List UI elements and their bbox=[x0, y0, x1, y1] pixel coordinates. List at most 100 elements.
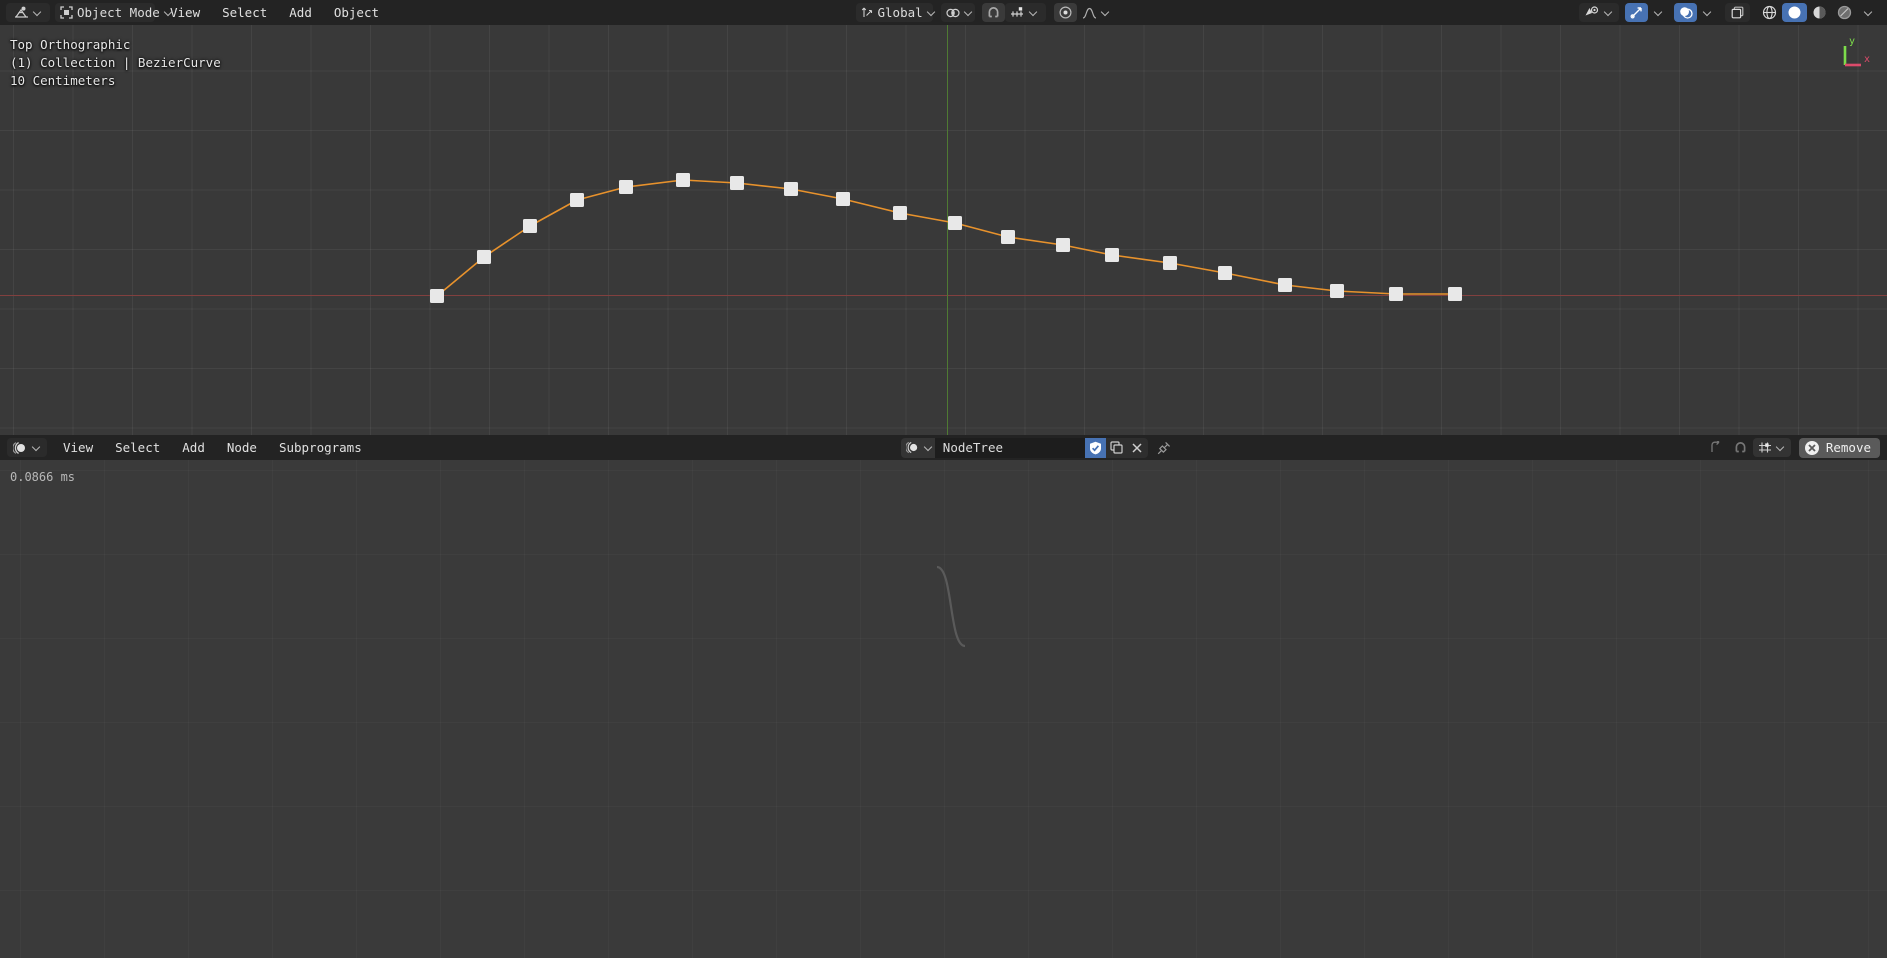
3d-viewport[interactable]: Top Orthographic (1) Collection | Bezier… bbox=[0, 25, 1887, 435]
node-menu-subprograms[interactable]: Subprograms bbox=[268, 438, 373, 457]
editor-type-button[interactable] bbox=[6, 3, 50, 22]
toggle-xray-button[interactable] bbox=[1725, 3, 1750, 22]
orientation-label: Global bbox=[878, 5, 923, 20]
curve-control-point[interactable] bbox=[1330, 284, 1344, 298]
curve-control-point[interactable] bbox=[619, 180, 633, 194]
proportional-falloff-selector[interactable] bbox=[1077, 3, 1114, 22]
viewport-header: Object Mode View Select Add Object Globa… bbox=[0, 0, 1887, 25]
chevron-down-icon bbox=[1604, 8, 1613, 17]
proportional-falloff-icon bbox=[1082, 7, 1097, 19]
shading-options-dropdown[interactable] bbox=[1857, 3, 1879, 22]
curve-control-point[interactable] bbox=[430, 289, 444, 303]
node-tree-icon bbox=[906, 441, 920, 454]
remove-label: Remove bbox=[1826, 440, 1871, 455]
shading-wireframe-button[interactable] bbox=[1757, 3, 1782, 22]
curve-control-point[interactable] bbox=[1389, 287, 1403, 301]
chevron-down-icon bbox=[1776, 443, 1785, 452]
curve-control-point[interactable] bbox=[1001, 230, 1015, 244]
node-menu-view[interactable]: View bbox=[52, 438, 104, 457]
navigation-gizmo[interactable]: y x bbox=[1831, 33, 1879, 81]
mode-label: Object Mode bbox=[77, 5, 160, 20]
curve-control-point[interactable] bbox=[1163, 256, 1177, 270]
chevron-down-icon bbox=[32, 443, 41, 452]
overlays-options-dropdown[interactable] bbox=[1697, 3, 1717, 22]
shading-solid-button[interactable] bbox=[1782, 3, 1807, 22]
curve-control-point[interactable] bbox=[1218, 266, 1232, 280]
curve-control-point[interactable] bbox=[948, 216, 962, 230]
node-editor-type-button[interactable] bbox=[7, 438, 47, 457]
show-hide-icon bbox=[1584, 6, 1600, 19]
node-snap-element-selector[interactable] bbox=[1753, 438, 1791, 457]
transform-orientation-selector[interactable]: Global bbox=[856, 3, 933, 22]
go-to-parent-icon bbox=[1709, 441, 1722, 454]
node-editor-header: View Select Add Node Subprograms NodeTre… bbox=[0, 435, 1887, 460]
remove-x-icon bbox=[1804, 440, 1820, 456]
node-link-locations-to-data bbox=[0, 460, 1887, 958]
curve-control-point[interactable] bbox=[730, 176, 744, 190]
proportional-circle-icon bbox=[1059, 6, 1072, 19]
snap-magnet-toggle[interactable] bbox=[982, 3, 1005, 22]
curve-control-point[interactable] bbox=[570, 193, 584, 207]
gizmo-options-dropdown[interactable] bbox=[1648, 3, 1668, 22]
remove-button[interactable]: Remove bbox=[1799, 438, 1880, 458]
pin-icon bbox=[1157, 441, 1171, 455]
node-editor-icon bbox=[13, 441, 28, 455]
menu-add[interactable]: Add bbox=[278, 3, 323, 22]
overlays-toggle[interactable] bbox=[1674, 3, 1697, 22]
gizmo-toggle[interactable] bbox=[1625, 3, 1648, 22]
go-to-parent-button[interactable] bbox=[1703, 438, 1729, 457]
pivot-point-selector[interactable] bbox=[941, 3, 975, 22]
chevron-down-icon bbox=[1101, 8, 1109, 17]
solid-icon bbox=[1787, 5, 1802, 20]
new-nodetree-button[interactable] bbox=[1106, 438, 1127, 458]
curve-control-point[interactable] bbox=[836, 192, 850, 206]
magnet-icon bbox=[987, 6, 1000, 19]
chevron-down-icon bbox=[924, 443, 930, 452]
magnet-icon bbox=[1734, 441, 1747, 454]
node-menu-node[interactable]: Node bbox=[216, 438, 268, 457]
new-nodetree-icon bbox=[1110, 441, 1123, 454]
gizmo-icon bbox=[1630, 6, 1644, 19]
toggle-xray-icon bbox=[1731, 6, 1745, 19]
menu-object[interactable]: Object bbox=[323, 3, 390, 22]
snap-to-selector[interactable] bbox=[1005, 3, 1046, 22]
curve-control-point[interactable] bbox=[1105, 248, 1119, 262]
gizmo-x-label: x bbox=[1864, 54, 1870, 65]
object-visibility-button[interactable] bbox=[1579, 3, 1619, 22]
fake-user-toggle[interactable] bbox=[1085, 438, 1106, 458]
snap-increment-icon bbox=[1010, 6, 1025, 19]
curve-control-point[interactable] bbox=[1056, 238, 1070, 252]
shading-rendered-button[interactable] bbox=[1832, 3, 1857, 22]
material-preview-icon bbox=[1812, 5, 1827, 20]
unlink-nodetree-button[interactable] bbox=[1127, 438, 1148, 458]
shading-material-preview-button[interactable] bbox=[1807, 3, 1832, 22]
node-menu-add[interactable]: Add bbox=[171, 438, 216, 457]
chevron-down-icon bbox=[964, 8, 970, 17]
curve-control-point[interactable] bbox=[1448, 287, 1462, 301]
pin-button[interactable] bbox=[1154, 438, 1175, 458]
curve-control-point[interactable] bbox=[1278, 278, 1292, 292]
curve-control-point[interactable] bbox=[676, 173, 690, 187]
nodetree-type-button[interactable] bbox=[901, 438, 935, 458]
curve-control-point[interactable] bbox=[523, 219, 537, 233]
rendered-icon bbox=[1837, 5, 1852, 20]
nodetree-name-field[interactable]: NodeTree bbox=[935, 438, 1085, 458]
node-editor-canvas[interactable]: 0.0866 ms Evaluate Spline Locations Tang… bbox=[0, 460, 1887, 958]
editor-type-icon bbox=[14, 6, 29, 19]
nodetree-name-label: NodeTree bbox=[943, 440, 1003, 455]
menu-select[interactable]: Select bbox=[211, 3, 278, 22]
node-menu-select[interactable]: Select bbox=[104, 438, 171, 457]
node-snap-magnet-toggle[interactable] bbox=[1729, 438, 1753, 457]
curve-control-point[interactable] bbox=[784, 182, 798, 196]
overlays-icon bbox=[1679, 6, 1693, 19]
object-mode-icon bbox=[60, 6, 73, 19]
chevron-down-icon bbox=[1029, 8, 1038, 17]
proportional-editing-toggle[interactable] bbox=[1054, 3, 1077, 22]
orientation-axis-icon bbox=[861, 6, 874, 19]
chevron-down-icon bbox=[1703, 8, 1712, 17]
mode-selector[interactable]: Object Mode bbox=[55, 3, 155, 22]
curve-control-point[interactable] bbox=[893, 206, 907, 220]
snap-node-element-icon bbox=[1758, 441, 1772, 454]
bezier-curve-object[interactable] bbox=[0, 25, 1887, 435]
curve-control-point[interactable] bbox=[477, 250, 491, 264]
